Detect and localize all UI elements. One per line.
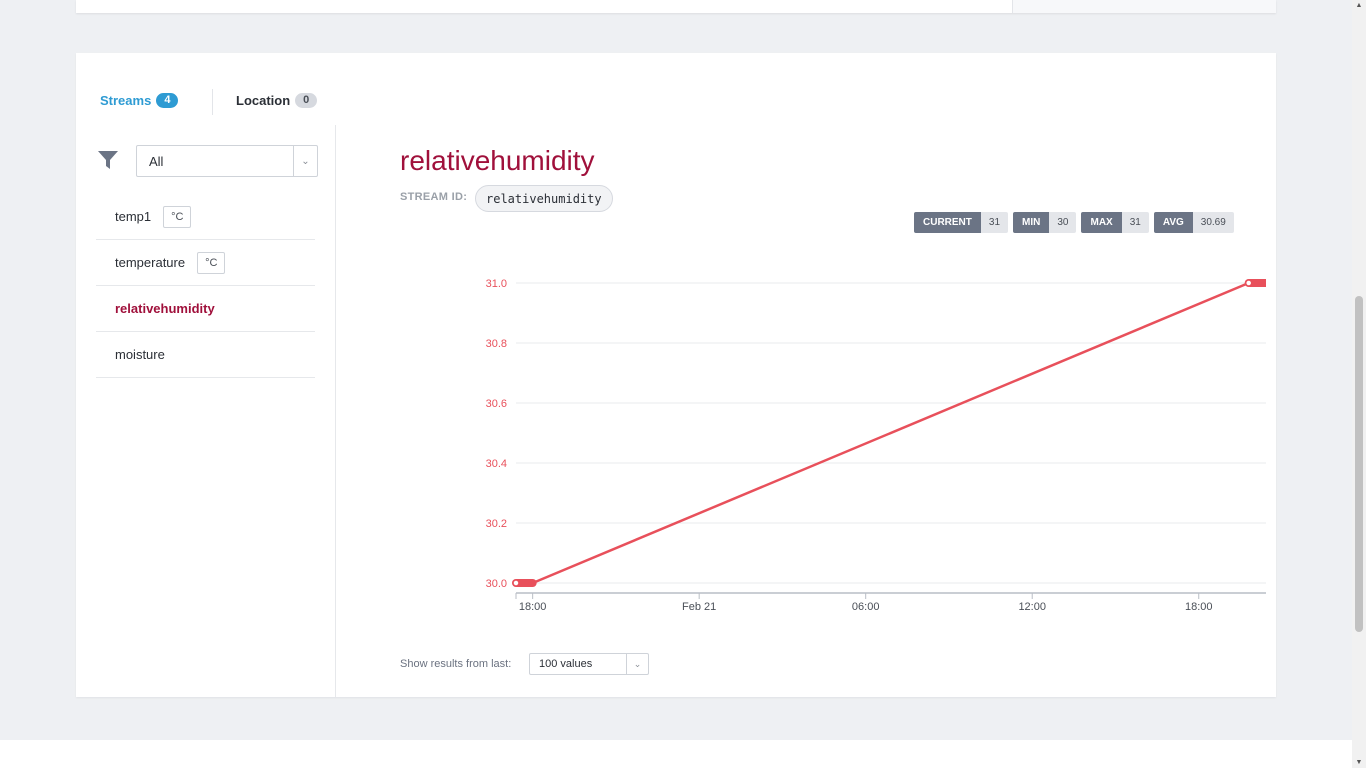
y-tick-label: 30.6 <box>486 398 507 410</box>
stream-id-value: relativehumidity <box>475 185 613 212</box>
stream-item-label: temp1 <box>115 209 152 224</box>
stream-sidebar: All ⌄ temp1 °C temperature °C relativehu… <box>76 125 336 697</box>
stat-min-key: MIN <box>1013 212 1050 233</box>
x-tick-label: 18:00 <box>519 601 547 613</box>
stat-current: CURRENT 31 <box>914 212 1009 233</box>
data-point <box>512 579 520 587</box>
x-tick-label: Feb 21 <box>682 601 716 613</box>
humidity-chart: 31.0 30.8 30.6 30.4 30.2 30.0 18:00 Feb 21 06:00… <box>486 278 1266 613</box>
previous-card-side <box>1013 0 1276 13</box>
show-results-label: Show results from last: <box>400 658 512 670</box>
y-tick-label: 30.4 <box>486 458 507 470</box>
y-tick-label: 30.2 <box>486 518 507 530</box>
x-tick-label: 06:00 <box>852 601 880 613</box>
page-scrollbar[interactable]: ▲ ▼ <box>1352 0 1366 768</box>
stats-bar: CURRENT 31 MIN 30 MAX 31 AVG 30.69 <box>914 212 1234 233</box>
stream-list: temp1 °C temperature °C relativehumidity… <box>96 194 315 378</box>
tab-location-label: Location <box>236 93 291 108</box>
stat-max: MAX 31 <box>1081 212 1149 233</box>
y-tick-label: 30.8 <box>486 338 507 350</box>
y-tick-label: 31.0 <box>486 278 507 290</box>
x-tick-label: 18:00 <box>1185 601 1213 613</box>
scroll-down-icon[interactable]: ▼ <box>1355 759 1363 766</box>
chevron-down-icon: ⌄ <box>293 146 317 176</box>
stream-filter-value: All <box>149 154 164 169</box>
stream-unit-badge: °C <box>197 251 226 274</box>
next-card <box>0 740 1352 768</box>
stat-max-value: 31 <box>1121 212 1149 233</box>
stream-id-label: STREAM ID: <box>400 191 468 203</box>
stream-title: relativehumidity <box>400 145 595 176</box>
chevron-down-icon: ⌄ <box>626 654 648 674</box>
filter-icon[interactable] <box>97 149 119 171</box>
streams-card: Streams 4 Location 0 All ⌄ temp1 °C temp… <box>76 53 1276 697</box>
results-count-select[interactable]: 100 values ⌄ <box>529 653 649 675</box>
stream-item-moisture[interactable]: moisture <box>96 332 315 378</box>
y-tick-label: 30.0 <box>486 578 507 590</box>
stream-item-label: moisture <box>115 347 165 362</box>
stat-min-value: 30 <box>1049 212 1077 233</box>
stat-current-value: 31 <box>980 212 1009 233</box>
stream-item-temperature[interactable]: temperature °C <box>96 240 315 286</box>
tab-location[interactable]: Location 0 <box>236 93 318 108</box>
tab-divider <box>212 89 213 115</box>
stat-avg-value: 30.69 <box>1192 212 1234 233</box>
stream-filter-select[interactable]: All ⌄ <box>136 145 318 177</box>
stat-avg: AVG 30.69 <box>1153 212 1234 233</box>
stat-current-key: CURRENT <box>914 212 981 233</box>
stat-min: MIN 30 <box>1013 212 1077 233</box>
x-tick-label: 12:00 <box>1018 601 1046 613</box>
tab-streams-label: Streams <box>100 93 152 108</box>
tab-location-count: 0 <box>295 93 318 108</box>
data-point <box>1244 279 1253 287</box>
stat-max-key: MAX <box>1081 212 1122 233</box>
stat-avg-key: AVG <box>1153 212 1193 233</box>
stream-item-label: temperature <box>115 255 186 270</box>
stream-unit-badge: °C <box>163 205 192 228</box>
scroll-up-icon[interactable]: ▲ <box>1355 2 1363 9</box>
previous-card <box>76 0 1276 13</box>
results-count-value: 100 values <box>539 658 593 670</box>
stream-item-label: relativehumidity <box>115 301 215 316</box>
stream-item-relativehumidity[interactable]: relativehumidity <box>96 286 315 332</box>
tab-streams-count: 4 <box>156 93 179 108</box>
tab-streams[interactable]: Streams 4 <box>100 93 179 108</box>
series-line <box>516 281 1266 585</box>
scrollbar-thumb[interactable] <box>1355 296 1363 632</box>
stream-item-temp1[interactable]: temp1 °C <box>96 194 315 240</box>
